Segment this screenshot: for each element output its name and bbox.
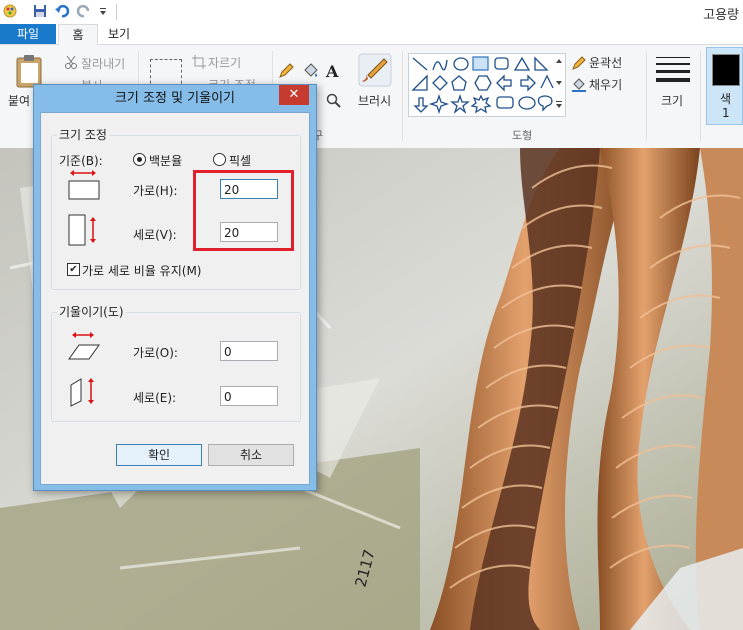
close-button[interactable]: ✕ bbox=[279, 85, 309, 105]
cancel-button[interactable]: 취소 bbox=[208, 444, 294, 466]
text-tool-icon[interactable]: A bbox=[326, 62, 338, 81]
skew-horizontal-input[interactable]: 0 bbox=[220, 341, 278, 361]
horizontal-label: 가로(H): bbox=[133, 184, 178, 198]
skew-horizontal-label: 가로(O): bbox=[133, 346, 178, 360]
tab-home[interactable]: 홈 bbox=[58, 24, 98, 45]
skew-group-label: 기울이기(도) bbox=[57, 303, 126, 320]
title-bar: 고용량 bbox=[0, 0, 743, 24]
magnifier-icon[interactable] bbox=[326, 93, 342, 112]
brushes-label[interactable]: 브러시 bbox=[358, 92, 391, 109]
ribbon-separator bbox=[402, 51, 403, 141]
fill-bucket-icon[interactable] bbox=[302, 63, 318, 82]
pencil-icon[interactable] bbox=[278, 63, 294, 82]
fill-label[interactable]: 채우기 bbox=[589, 76, 622, 93]
color1-selector[interactable]: 색 1 bbox=[706, 47, 743, 125]
tab-view[interactable]: 보기 bbox=[100, 24, 138, 44]
percent-radio[interactable] bbox=[133, 153, 146, 166]
keep-ratio-label[interactable]: 가로 세로 비율 유지(M) bbox=[82, 262, 201, 279]
scissors-icon[interactable] bbox=[64, 55, 78, 72]
pixel-label[interactable]: 픽셀 bbox=[229, 152, 251, 169]
dialog-title: 크기 조정 및 기울이기 bbox=[114, 91, 236, 106]
horizontal-resize-icon bbox=[67, 168, 101, 205]
vertical-resize-icon bbox=[67, 213, 101, 250]
shapes-scroll-icon[interactable] bbox=[554, 55, 564, 116]
pixel-radio[interactable] bbox=[213, 153, 226, 166]
keep-ratio-checkbox[interactable]: ✔ bbox=[67, 263, 80, 276]
ribbon-separator bbox=[700, 51, 701, 141]
vertical-label: 세로(V): bbox=[133, 228, 177, 242]
dialog-body: 크기 조정 기준(B): 백분율 픽셀 가로(H): 20 세로(V): 20 … bbox=[40, 112, 310, 485]
paint-app-icon[interactable] bbox=[2, 3, 20, 21]
horizontal-skew-icon bbox=[67, 331, 101, 366]
skew-vertical-input[interactable]: 0 bbox=[220, 386, 278, 406]
tab-file[interactable]: 파일 bbox=[0, 24, 56, 44]
highlight-box bbox=[193, 170, 294, 251]
outline-label[interactable]: 윤곽선 bbox=[589, 54, 622, 71]
outline-icon[interactable] bbox=[572, 56, 586, 73]
title-divider bbox=[116, 4, 117, 20]
basis-label: 기준(B): bbox=[59, 154, 103, 168]
line-size-icon[interactable] bbox=[656, 55, 690, 86]
brush-icon[interactable] bbox=[358, 53, 392, 90]
ribbon-tabs: 파일 홈 보기 bbox=[0, 24, 743, 45]
crop-icon[interactable] bbox=[192, 55, 206, 72]
vertical-skew-icon bbox=[67, 373, 101, 410]
close-icon: ✕ bbox=[288, 87, 300, 102]
resize-skew-dialog: 크기 조정 및 기울이기 ✕ 크기 조정 기준(B): 백분율 픽셀 가로(H)… bbox=[33, 84, 317, 491]
skew-vertical-label: 세로(E): bbox=[133, 391, 177, 405]
size-label[interactable]: 크기 bbox=[661, 92, 683, 109]
shapes-gallery[interactable] bbox=[408, 53, 566, 117]
save-icon[interactable] bbox=[32, 3, 50, 21]
ribbon-separator bbox=[646, 51, 647, 141]
color1-label: 색 bbox=[720, 92, 732, 106]
app-title: 고용량 bbox=[703, 8, 739, 23]
color1-number: 1 bbox=[722, 106, 730, 120]
crop-label[interactable]: 자르기 bbox=[208, 54, 241, 71]
paste-label[interactable]: 붙여 bbox=[8, 92, 30, 109]
color1-swatch bbox=[712, 54, 740, 86]
percent-label[interactable]: 백분율 bbox=[149, 152, 182, 169]
resize-group-label: 크기 조정 bbox=[57, 126, 109, 143]
quick-access-dropdown-icon[interactable] bbox=[98, 3, 116, 21]
cut-label[interactable]: 잘라내기 bbox=[81, 55, 125, 72]
redo-icon[interactable] bbox=[76, 3, 94, 21]
fill-icon[interactable] bbox=[572, 78, 586, 95]
shapes-group-label: 도형 bbox=[512, 129, 533, 142]
ok-button[interactable]: 확인 bbox=[116, 444, 202, 466]
undo-icon[interactable] bbox=[54, 3, 72, 21]
